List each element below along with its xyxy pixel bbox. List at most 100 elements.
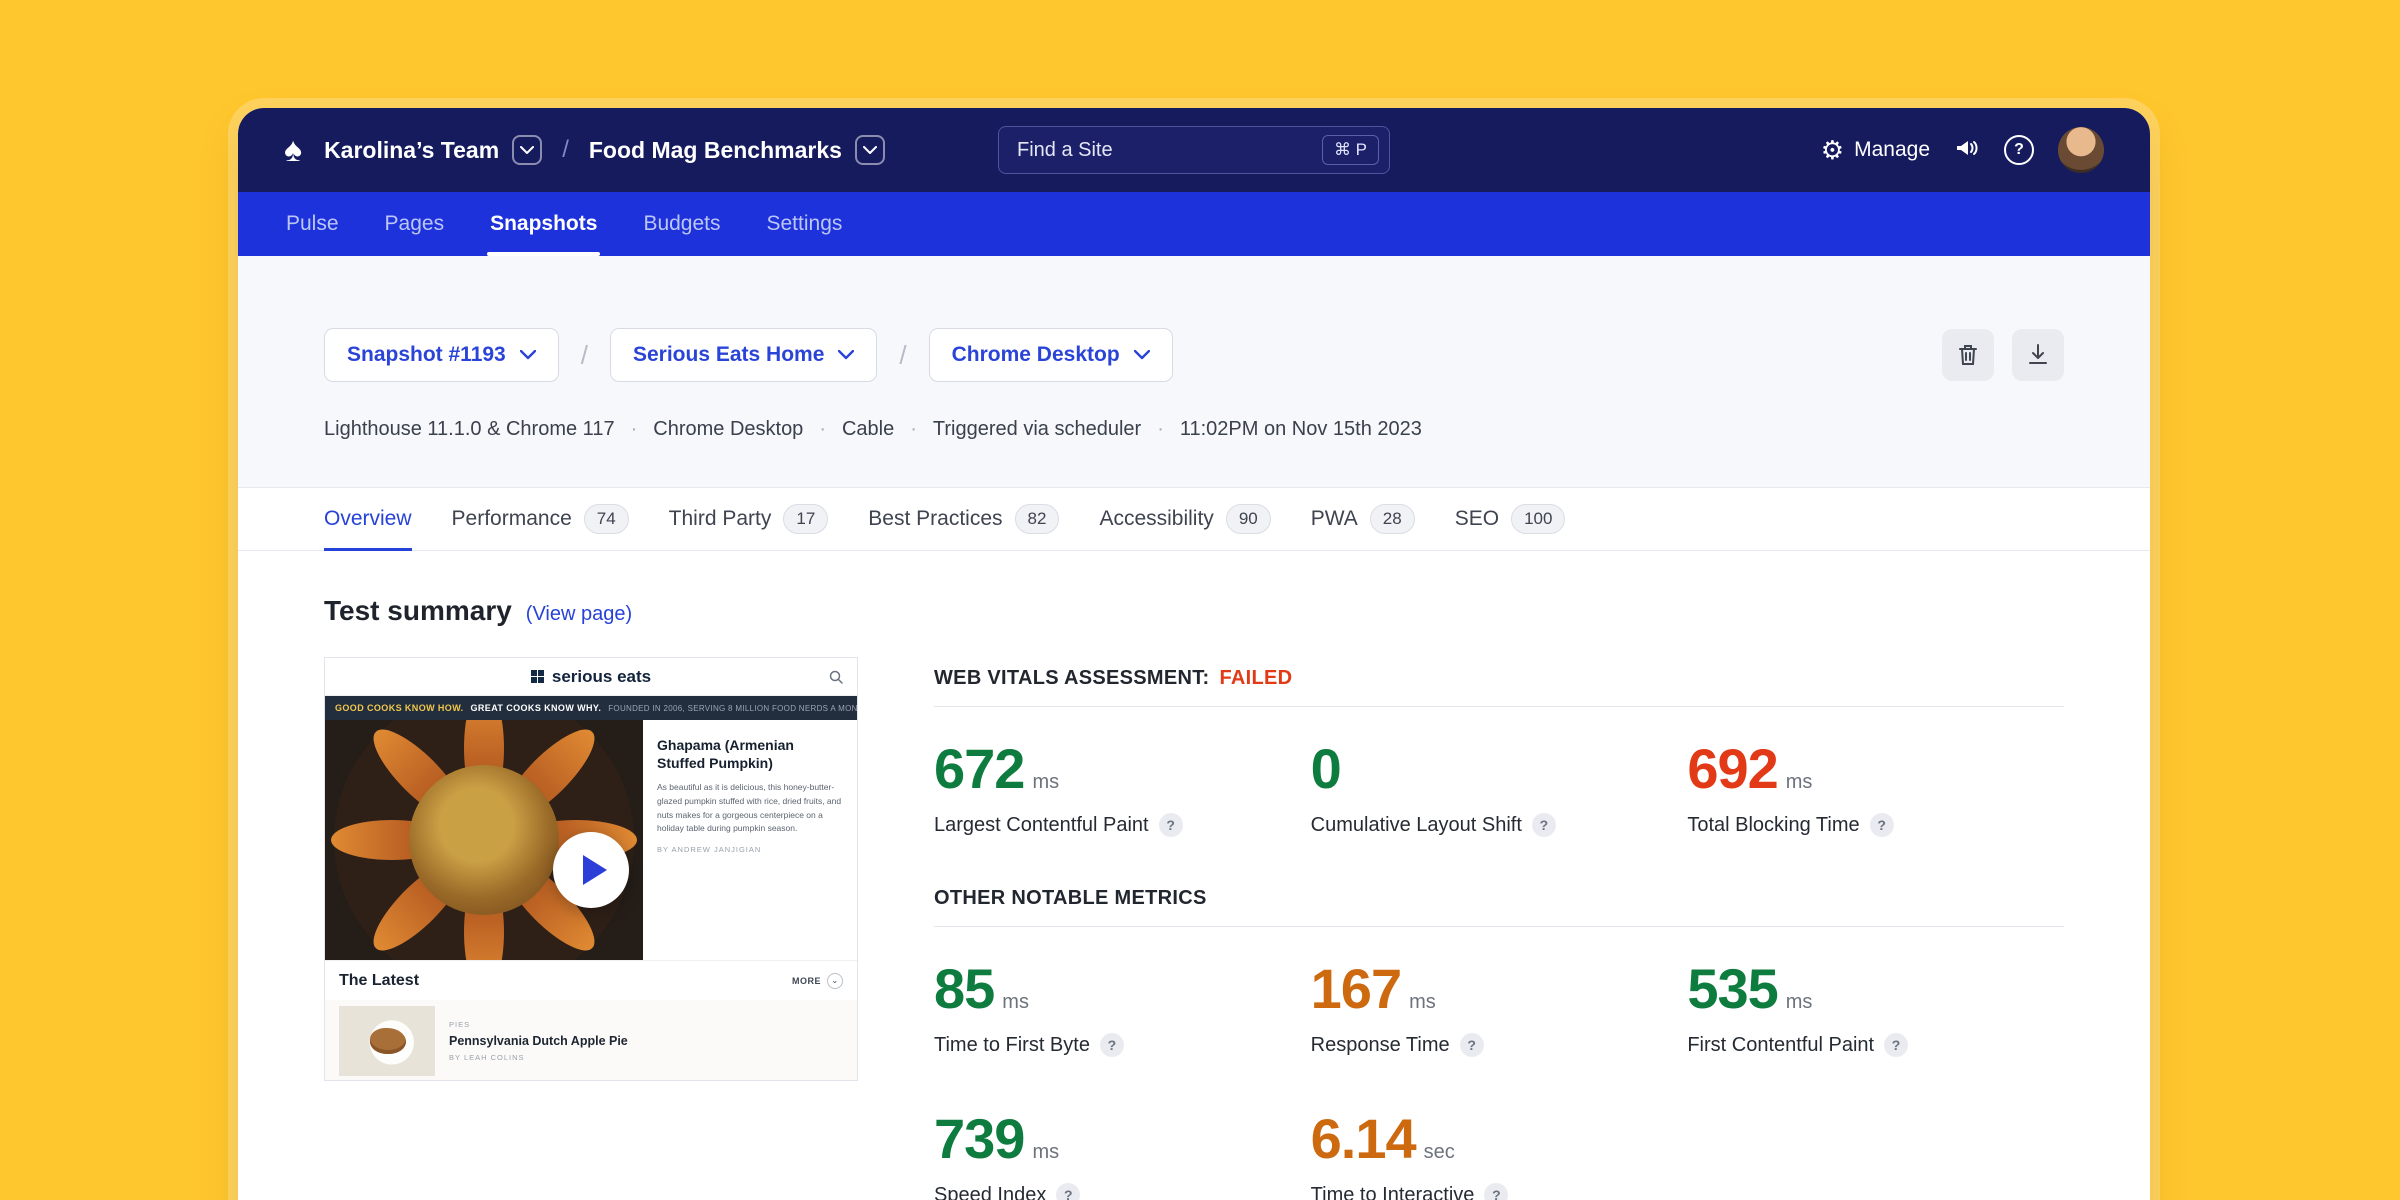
web-vitals-status: FAILED [1220,667,1293,690]
metric-time-to-interactive: 6.14sec Time to Interactive? [1311,1111,1688,1200]
hero-article-title: Ghapama (Armenian Stuffed Pumpkin) [657,736,843,772]
delete-snapshot-button[interactable] [1942,329,1994,381]
tab-label: PWA [1311,507,1358,531]
score-badge: 74 [584,504,629,534]
download-icon [2027,343,2049,367]
metric-response-time: 167ms Response Time? [1311,961,1688,1057]
tagline-bold: GOOD COOKS KNOW HOW. [335,703,464,713]
project-switcher[interactable]: Food Mag Benchmarks [589,135,885,165]
divider [934,706,2064,707]
tab-accessibility[interactable]: Accessibility 90 [1099,488,1270,550]
logo-mark-icon [531,670,544,683]
meta-timestamp: 11:02PM on Nov 15th 2023 [1180,418,1422,441]
app-header: ♠ Karolina’s Team / Food Mag Benchmarks … [238,108,2150,192]
metric-total-blocking-time: 692ms Total Blocking Time? [1687,741,2064,837]
snapshot-actions [1942,329,2064,381]
nav-item-budgets[interactable]: Budgets [643,192,720,256]
view-page-link[interactable]: (View page) [526,603,632,626]
score-badge: 90 [1226,504,1271,534]
metric-label: Time to Interactive [1311,1184,1475,1200]
article-title: Pennsylvania Dutch Apple Pie [449,1034,628,1048]
play-filmstrip-button[interactable] [553,832,629,908]
primary-nav: Pulse Pages Snapshots Budgets Settings [238,192,2150,256]
chevron-down-icon[interactable] [512,135,542,165]
team-switcher[interactable]: Karolina’s Team [324,135,542,165]
help-icon[interactable]: ? [1532,813,1556,837]
metric-speed-index: 739ms Speed Index? [934,1111,1311,1200]
play-icon [583,855,607,885]
download-snapshot-button[interactable] [2012,329,2064,381]
help-icon[interactable]: ? [1159,813,1183,837]
snapshot-meta: Lighthouse 11.1.0 & Chrome 117 · Chrome … [324,418,2064,441]
metric-label: Cumulative Layout Shift [1311,814,1522,837]
page-screenshot-thumbnail[interactable]: serious eats GOOD COOKS KNOW HOW. GREAT … [324,657,858,1081]
hero-article-text: Ghapama (Armenian Stuffed Pumpkin) As be… [643,720,857,960]
user-avatar[interactable] [2058,127,2104,173]
help-icon[interactable]: ? [1056,1183,1080,1200]
serious-eats-logo: serious eats [531,667,651,687]
tab-seo[interactable]: SEO 100 [1455,488,1566,550]
thumbnail-latest-header: The Latest MORE ⌄ [325,960,857,1000]
manage-button[interactable]: ⚙ Manage [1821,137,1930,163]
score-badge: 28 [1370,504,1415,534]
latest-heading: The Latest [339,972,419,990]
metric-label: Total Blocking Time [1687,814,1859,837]
meta-lighthouse: Lighthouse 11.1.0 & Chrome 117 [324,418,615,441]
help-icon[interactable]: ? [2004,135,2034,165]
chevron-down-icon [1134,350,1150,360]
profile-selector-label: Chrome Desktop [952,343,1120,367]
nav-item-settings[interactable]: Settings [767,192,843,256]
metric-cumulative-layout-shift: 0 Cumulative Layout Shift? [1311,741,1688,837]
search-shortcut-badge: ⌘ P [1322,135,1379,165]
header-actions: ⚙ Manage ? [1821,127,2104,173]
other-metrics-heading: OTHER NOTABLE METRICS [934,887,1207,910]
chevron-down-icon [520,350,536,360]
profile-selector[interactable]: Chrome Desktop [929,328,1173,382]
tab-best-practices[interactable]: Best Practices 82 [868,488,1059,550]
tab-overview[interactable]: Overview [324,488,412,550]
score-badge: 17 [783,504,828,534]
metric-label: Largest Contentful Paint [934,814,1149,837]
tagline-light: GREAT COOKS KNOW WHY. [471,703,602,713]
thumbnail-site-header: serious eats [325,658,857,696]
help-icon[interactable]: ? [1100,1033,1124,1057]
tagline-note: FOUNDED IN 2006, SERVING 8 MILLION FOOD … [608,704,857,713]
breadcrumb-separator: / [562,136,569,164]
selector-separator: / [899,340,906,371]
other-metrics-grid: 85ms Time to First Byte? 167ms Response … [934,961,2064,1200]
nav-item-pulse[interactable]: Pulse [286,192,339,256]
tab-third-party[interactable]: Third Party 17 [669,488,829,550]
help-icon[interactable]: ? [1870,813,1894,837]
snapshot-selector-row: Snapshot #1193 / Serious Eats Home / Chr… [324,328,2064,382]
page-title: Test summary [324,595,512,627]
pie-photo [339,1006,435,1076]
web-vitals-grid: 672ms Largest Contentful Paint? 0 Cumula… [934,741,2064,837]
thumbnail-tagline-bar: GOOD COOKS KNOW HOW. GREAT COOKS KNOW WH… [325,696,857,720]
site-search[interactable]: ⌘ P [998,126,1390,174]
help-icon[interactable]: ? [1884,1033,1908,1057]
metric-largest-contentful-paint: 672ms Largest Contentful Paint? [934,741,1311,837]
score-badge: 82 [1015,504,1060,534]
metric-label: Time to First Byte [934,1034,1090,1057]
more-label: MORE [792,976,821,986]
meta-profile: Chrome Desktop [653,418,803,441]
project-name: Food Mag Benchmarks [589,137,842,164]
chevron-down-icon[interactable] [855,135,885,165]
nav-item-pages[interactable]: Pages [385,192,445,256]
tab-performance[interactable]: Performance 74 [452,488,629,550]
page-selector[interactable]: Serious Eats Home [610,328,877,382]
article-tag: PIES [449,1020,628,1029]
web-vitals-heading: WEB VITALS ASSESSMENT: [934,667,1210,690]
help-icon[interactable]: ? [1484,1183,1508,1200]
snapshot-selector[interactable]: Snapshot #1193 [324,328,559,382]
help-icon[interactable]: ? [1460,1033,1484,1057]
metric-label: Speed Index [934,1184,1046,1200]
gear-icon: ⚙ [1821,137,1844,163]
tab-label: Accessibility [1099,507,1213,531]
search-input[interactable] [1015,138,1322,163]
tab-pwa[interactable]: PWA 28 [1311,488,1415,550]
nav-item-snapshots[interactable]: Snapshots [490,192,597,256]
metric-first-contentful-paint: 535ms First Contentful Paint? [1687,961,2064,1057]
snapshot-header: Snapshot #1193 / Serious Eats Home / Chr… [238,256,2150,487]
announcements-icon[interactable] [1954,136,1980,165]
